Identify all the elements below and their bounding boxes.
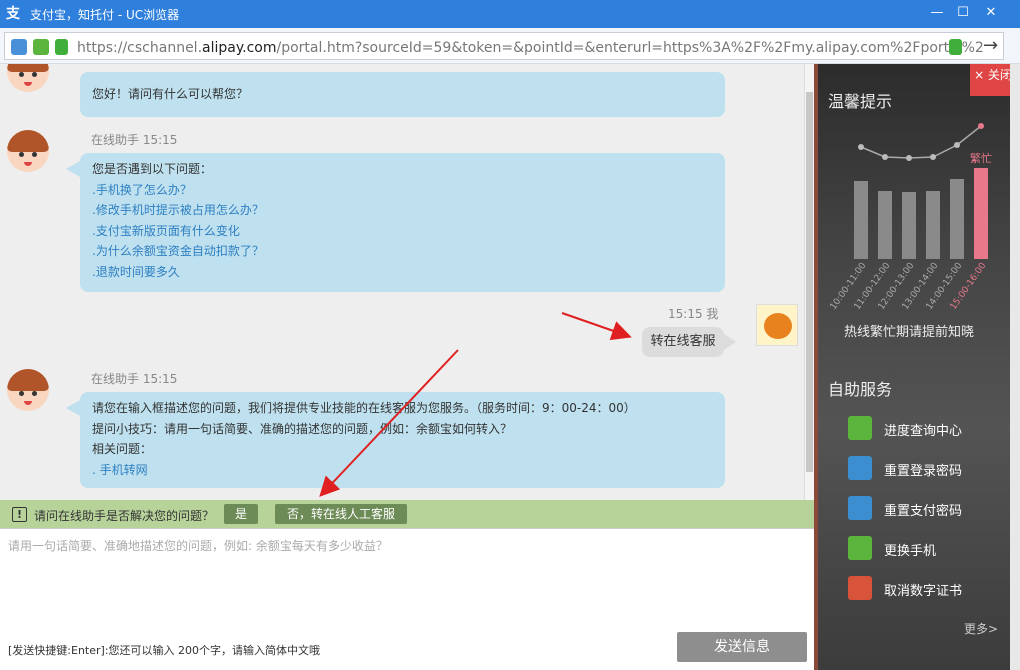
chart-point bbox=[882, 154, 888, 160]
chart-bar bbox=[854, 181, 868, 259]
side-panel: × 关闭 温馨提示 10:00-11:00 11:00-12:00 12:00-13… bbox=[814, 64, 1020, 670]
title-bar: 支 支付宝，知托付 - UC浏览器 — ☐ ✕ bbox=[0, 0, 1020, 28]
go-arrow-icon[interactable]: → bbox=[983, 35, 998, 56]
assistant-avatar bbox=[7, 130, 49, 172]
reset-pay-password-icon bbox=[848, 496, 872, 520]
faq-link[interactable]: .修改手机时提示被占用怎么办？ bbox=[92, 200, 713, 221]
chart-bar bbox=[950, 179, 964, 259]
chat-scrollbar[interactable] bbox=[804, 64, 814, 500]
service-info-bubble: 请您在输入框描述您的问题，我们将提供专业技能的在线客服为您服务。（服务时间：9：… bbox=[80, 392, 725, 488]
message-input[interactable] bbox=[8, 537, 798, 617]
tips-title: 温馨提示 bbox=[828, 92, 893, 111]
window-edge bbox=[1010, 64, 1020, 670]
more-link[interactable]: 更多> bbox=[964, 620, 998, 637]
message-meta: 在线助手 15:15 bbox=[91, 372, 178, 386]
faq-link[interactable]: .退款时间要多久 bbox=[92, 262, 713, 283]
chart-trend-line bbox=[860, 125, 982, 159]
faq-link[interactable]: .支付宝新版页面有什么变化 bbox=[92, 221, 713, 242]
assistant-avatar bbox=[7, 369, 49, 411]
reset-login-password-icon bbox=[848, 456, 872, 480]
scroll-thumb[interactable] bbox=[806, 92, 813, 472]
greeting-bubble: 您好！请问有什么可以帮您？ bbox=[80, 72, 725, 117]
cancel-certificate-icon bbox=[848, 576, 872, 600]
send-button[interactable]: 发送信息 bbox=[677, 632, 807, 662]
feedback-bar: ! 请问在线助手是否解决您的问题？ 是 否，转在线人工客服 bbox=[0, 500, 814, 528]
url-text[interactable]: https://cschannel.alipay.com/portal.htm?… bbox=[77, 40, 984, 56]
transfer-to-agent-button[interactable]: 否，转在线人工客服 bbox=[275, 504, 407, 524]
busy-hours-chart: 10:00-11:0011:00-12:0012:00-13:0013:00-1… bbox=[829, 123, 992, 312]
chat-history[interactable]: 您好！请问有什么可以帮您？ 在线助手 15:15 您是否遇到以下问题： .手机换… bbox=[0, 64, 804, 500]
faq-link[interactable]: .为什么余额宝资金自动扣款了？ bbox=[92, 241, 713, 262]
chart-point bbox=[978, 123, 984, 129]
change-phone-icon bbox=[848, 536, 872, 560]
url-field[interactable]: https://cschannel.alipay.com/portal.htm?… bbox=[4, 32, 1004, 60]
my-message-bubble: 转在线客服 bbox=[642, 327, 724, 357]
exclamation-icon: ! bbox=[12, 507, 27, 522]
input-hint: [发送快捷键:Enter]:您还可以输入 200个字，请输入简体中文哦 bbox=[8, 644, 321, 657]
shield-icon[interactable] bbox=[33, 39, 49, 55]
secure-lock-icon bbox=[949, 39, 962, 55]
alipay-logo-icon: 支 bbox=[6, 6, 20, 22]
feedback-yes-button[interactable]: 是 bbox=[224, 504, 258, 524]
chart-point bbox=[906, 155, 912, 161]
my-message-meta: 15:15 我 bbox=[668, 307, 719, 321]
chart-point bbox=[930, 154, 936, 160]
faq-intro: 您是否遇到以下问题： bbox=[92, 162, 213, 176]
message-input-area bbox=[0, 528, 814, 628]
feedback-question: 请问在线助手是否解决您的问题？ bbox=[34, 509, 215, 523]
input-footer: [发送快捷键:Enter]:您还可以输入 200个字，请输入简体中文哦 发送信息 bbox=[0, 628, 814, 670]
maximize-button[interactable]: ☐ bbox=[952, 3, 974, 23]
assistant-avatar bbox=[7, 64, 49, 92]
chart-bar bbox=[974, 168, 988, 259]
chart-note: 热线繁忙期请提前知晓 bbox=[844, 325, 975, 340]
chart-point bbox=[954, 142, 960, 148]
chart-bar bbox=[902, 192, 916, 259]
window-title: 支付宝，知托付 - UC浏览器 bbox=[30, 8, 180, 22]
faq-link[interactable]: .手机换了怎么办？ bbox=[92, 180, 713, 201]
progress-query-icon bbox=[848, 416, 872, 440]
lock-icon bbox=[55, 39, 68, 55]
user-avatar bbox=[756, 304, 798, 346]
chart-bar bbox=[878, 191, 892, 259]
related-question-link[interactable]: . 手机转网 bbox=[92, 460, 713, 481]
address-bar: https://cschannel.alipay.com/portal.htm?… bbox=[0, 28, 1020, 64]
chart-bar bbox=[926, 191, 940, 259]
self-service-title: 自助服务 bbox=[828, 380, 893, 399]
chart-busy-label: 繁忙 bbox=[970, 151, 992, 165]
chart-point bbox=[858, 144, 864, 150]
faq-bubble: 您是否遇到以下问题： .手机换了怎么办？ .修改手机时提示被占用怎么办？ .支付… bbox=[80, 153, 725, 292]
close-window-button[interactable]: ✕ bbox=[980, 3, 1002, 23]
rocket-icon[interactable] bbox=[11, 39, 27, 55]
minimize-button[interactable]: — bbox=[926, 3, 948, 23]
message-meta: 在线助手 15:15 bbox=[91, 133, 178, 147]
